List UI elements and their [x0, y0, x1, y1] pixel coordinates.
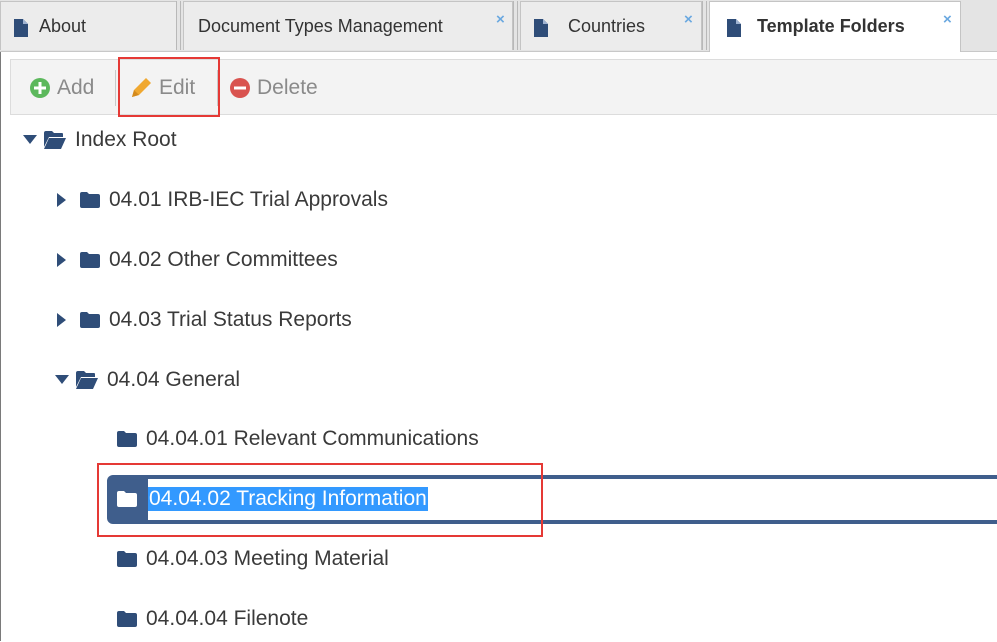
- add-button[interactable]: Add: [29, 73, 94, 103]
- tab-about[interactable]: About: [0, 1, 178, 50]
- plus-circle-icon: [29, 77, 51, 99]
- document-icon: [534, 19, 548, 42]
- tab-document-types-management[interactable]: Document Types Management ×: [183, 1, 513, 50]
- tree-node[interactable]: 04.01 IRB-IEC Trial Approvals: [52, 183, 388, 217]
- tree-node[interactable]: 04.04 General: [52, 363, 240, 397]
- tree-node-label: Index Root: [75, 128, 177, 151]
- tree-node-label: 04.04.04 Filenote: [146, 607, 309, 630]
- minus-circle-icon: [229, 77, 251, 99]
- document-icon: [14, 19, 28, 42]
- close-icon[interactable]: ×: [684, 11, 693, 28]
- caret-right-icon[interactable]: [52, 193, 72, 207]
- tree-node-label: 04.04.01 Relevant Communications: [146, 427, 479, 450]
- close-icon[interactable]: ×: [496, 11, 505, 28]
- folder-open-icon: [76, 371, 98, 389]
- folder-icon: [80, 312, 100, 328]
- delete-button-label: Delete: [257, 76, 318, 99]
- tab-label: About: [39, 16, 87, 36]
- tab-countries[interactable]: Countries ×: [520, 1, 702, 50]
- tab-separator: [176, 1, 181, 50]
- selection-highlight-box: [97, 463, 543, 537]
- document-icon: [727, 19, 741, 42]
- caret-down-icon[interactable]: [52, 375, 72, 385]
- folder-icon: [117, 611, 137, 627]
- tree-node[interactable]: 04.04.01 Relevant Communications: [117, 422, 479, 456]
- tab-separator: [702, 1, 707, 50]
- toolbar-separator: [115, 70, 116, 106]
- tree-node[interactable]: 04.02 Other Committees: [52, 243, 338, 277]
- tab-template-folders[interactable]: Template Folders ×: [709, 1, 961, 52]
- caret-right-icon[interactable]: [52, 253, 72, 267]
- folder-icon: [80, 252, 100, 268]
- folder-icon: [117, 551, 137, 567]
- tree-node[interactable]: 04.03 Trial Status Reports: [52, 303, 352, 337]
- delete-button[interactable]: Delete: [229, 73, 318, 103]
- tree-node-label: 04.01 IRB-IEC Trial Approvals: [109, 188, 388, 211]
- tab-label: Document Types Management: [198, 16, 443, 36]
- tree-node[interactable]: 04.04.03 Meeting Material: [117, 542, 389, 576]
- tab-bar: About Document Types Management × Countr…: [0, 0, 997, 52]
- tree-node-label: 04.02 Other Committees: [109, 248, 338, 271]
- tab-label: Countries: [568, 16, 646, 36]
- add-button-label: Add: [57, 76, 95, 99]
- edit-highlight-box: [118, 57, 220, 117]
- folder-icon: [80, 192, 100, 208]
- folder-icon: [117, 431, 137, 447]
- tab-separator: [513, 1, 518, 50]
- tree-node-label: 04.04.03 Meeting Material: [146, 547, 389, 570]
- close-icon[interactable]: ×: [943, 11, 952, 28]
- tree-node-label: 04.04 General: [107, 368, 241, 391]
- tree-node-label: 04.03 Trial Status Reports: [109, 308, 352, 331]
- tree-node-index-root[interactable]: Index Root: [20, 123, 177, 157]
- folder-open-icon: [44, 131, 66, 149]
- caret-down-icon[interactable]: [20, 135, 40, 145]
- tree-node[interactable]: 04.04.04 Filenote: [117, 602, 308, 636]
- caret-right-icon[interactable]: [52, 313, 72, 327]
- tab-label: Template Folders: [757, 16, 905, 36]
